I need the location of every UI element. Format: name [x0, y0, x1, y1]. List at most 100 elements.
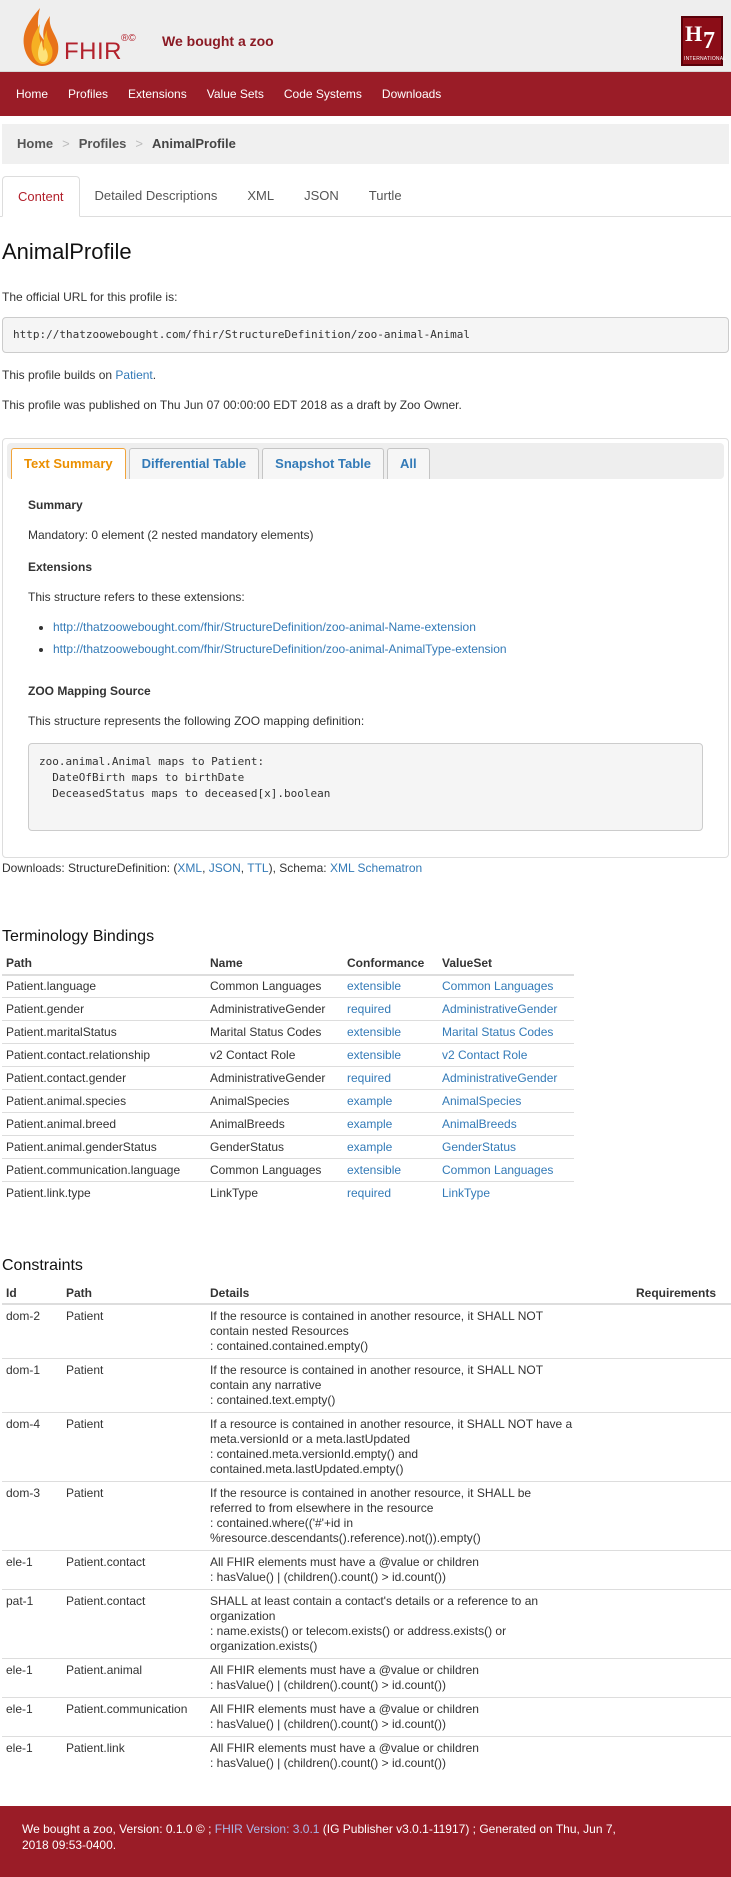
constraint-detail-line: All FHIR elements must have a @value or … [210, 1663, 479, 1678]
breadcrumb-home[interactable]: Home [17, 135, 53, 153]
fhir-logo-text: FHIR [64, 38, 122, 65]
breadcrumb: Home > Profiles > AnimalProfile [2, 124, 729, 164]
table-row: Patient.gender AdministrativeGender requir… [2, 997, 574, 1021]
table-row: Patient.animal.breed AnimalBreeds example A… [2, 1112, 574, 1136]
summary-heading: Summary [28, 497, 83, 512]
nav-home[interactable]: Home [6, 72, 58, 116]
tab-all[interactable]: All [386, 447, 430, 479]
constraint-requirements [632, 1550, 731, 1590]
tab-detailed-descriptions[interactable]: Detailed Descriptions [80, 176, 233, 216]
constraint-path: Patient.animal [62, 1658, 206, 1698]
fhir-version-link[interactable]: FHIR Version: 3.0.1 [215, 1822, 320, 1836]
nav-profiles[interactable]: Profiles [58, 72, 118, 116]
binding-conformance[interactable]: required [343, 1181, 438, 1205]
nav-downloads[interactable]: Downloads [372, 72, 451, 116]
binding-valueset[interactable]: AnimalSpecies [438, 1089, 574, 1113]
table-row: Patient.link.type LinkType required LinkTyp… [2, 1181, 574, 1205]
mapping-code-box: zoo.animal.Animal maps to Patient: DateO… [28, 743, 703, 832]
download-json-link[interactable]: JSON [209, 861, 241, 875]
mapping-intro: This structure represents the following … [28, 713, 365, 728]
profile-url-box[interactable]: http://thatzoowebought.com/fhir/Structur… [2, 317, 729, 354]
binding-name: GenderStatus [206, 1135, 343, 1159]
table-row: Patient.maritalStatus Marital Status Code… [2, 1020, 574, 1044]
binding-valueset[interactable]: GenderStatus [438, 1135, 574, 1159]
constraint-details: SHALL at least contain a contact's detai… [206, 1589, 632, 1659]
binding-path: Patient.animal.species [2, 1089, 206, 1113]
table-row: dom-4 Patient If a resource is contained i… [2, 1412, 731, 1482]
download-schematron-link[interactable]: XML Schematron [330, 861, 422, 875]
tab-turtle[interactable]: Turtle [354, 176, 417, 216]
binding-path: Patient.contact.gender [2, 1066, 206, 1090]
tab-text-summary[interactable]: Text Summary [11, 447, 126, 479]
binding-valueset[interactable]: Marital Status Codes [438, 1020, 574, 1044]
constraint-detail-line: : hasValue() | (children().count() > id.… [210, 1717, 446, 1732]
download-ttl-link[interactable]: TTL [247, 861, 268, 875]
binding-conformance[interactable]: example [343, 1089, 438, 1113]
table-row: dom-1 Patient If the resource is contained… [2, 1358, 731, 1413]
constraint-detail-line: contained.meta.lastUpdated.empty() [210, 1462, 404, 1477]
binding-valueset[interactable]: AdministrativeGender [438, 1066, 574, 1090]
constraints-body: dom-2 Patient If the resource is contained… [2, 1303, 731, 1776]
site-header: FHIR ®© We bought a zoo H 7 INTERNATIONA… [0, 0, 731, 72]
fhir-logo[interactable]: FHIR ®© [18, 6, 158, 68]
table-row: Patient.contact.relationship v2 Contact R… [2, 1043, 574, 1067]
extension-link-name[interactable]: http://thatzoowebought.com/fhir/Structur… [53, 620, 476, 634]
binding-conformance[interactable]: extensible [343, 1158, 438, 1182]
breadcrumb-profiles[interactable]: Profiles [79, 135, 127, 153]
url-intro: The official URL for this profile is: [2, 290, 178, 304]
patient-link[interactable]: Patient [115, 368, 152, 382]
hl7-logo[interactable]: H 7 INTERNATIONAL [681, 16, 727, 66]
constraint-id: ele-1 [2, 1658, 62, 1698]
binding-conformance[interactable]: example [343, 1112, 438, 1136]
binding-conformance[interactable]: required [343, 1066, 438, 1090]
tab-snapshot-table[interactable]: Snapshot Table [262, 447, 384, 479]
tab-differential-table[interactable]: Differential Table [128, 447, 260, 479]
binding-name: v2 Contact Role [206, 1043, 343, 1067]
constraint-detail-line: organization [210, 1609, 276, 1624]
builds-on-text: This profile builds on Patient. [2, 367, 731, 383]
page-title: AnimalProfile [2, 239, 132, 264]
constraint-detail-line: %resource.descendants().reference).not()… [210, 1531, 481, 1546]
binding-name: Common Languages [206, 1158, 343, 1182]
binding-conformance[interactable]: extensible [343, 1020, 438, 1044]
hl7-logo-intl: INTERNATIONAL [684, 56, 727, 63]
page: FHIR ®© We bought a zoo H 7 INTERNATIONA… [0, 0, 731, 1877]
binding-path: Patient.gender [2, 997, 206, 1021]
summary-panel: Text Summary Differential Table Snapshot… [2, 437, 729, 858]
tab-xml[interactable]: XML [232, 176, 289, 216]
constraint-requirements [632, 1303, 731, 1359]
downloads-sep: , [202, 860, 209, 875]
binding-name: AnimalBreeds [206, 1112, 343, 1136]
constraint-details: All FHIR elements must have a @value or … [206, 1550, 632, 1590]
binding-valueset[interactable]: AnimalBreeds [438, 1112, 574, 1136]
binding-valueset[interactable]: Common Languages [438, 1158, 574, 1182]
extension-link-animaltype[interactable]: http://thatzoowebought.com/fhir/Structur… [53, 642, 507, 656]
nav-code-systems[interactable]: Code Systems [274, 72, 372, 116]
terminology-table: Path Name Conformance ValueSet Patient.l… [2, 953, 574, 1205]
binding-valueset[interactable]: AdministrativeGender [438, 997, 574, 1021]
binding-name: LinkType [206, 1181, 343, 1205]
binding-valueset[interactable]: v2 Contact Role [438, 1043, 574, 1067]
tab-json[interactable]: JSON [289, 176, 354, 216]
column-header: Requirements [632, 1282, 731, 1306]
constraint-requirements [632, 1412, 731, 1482]
constraint-detail-line: contain nested Resources [210, 1324, 349, 1339]
binding-conformance[interactable]: required [343, 997, 438, 1021]
constraint-details: If a resource is contained in another re… [206, 1412, 632, 1482]
constraint-id: dom-1 [2, 1358, 62, 1413]
site-title[interactable]: We bought a zoo [162, 32, 274, 51]
constraint-detail-line: : contained.where(('#'+id in [210, 1516, 353, 1531]
column-header: Conformance [343, 953, 438, 976]
tab-content[interactable]: Content [2, 176, 80, 217]
constraint-details: If the resource is contained in another … [206, 1481, 632, 1551]
binding-conformance[interactable]: extensible [343, 974, 438, 998]
column-header: Name [206, 953, 343, 976]
binding-conformance[interactable]: example [343, 1135, 438, 1159]
binding-valueset[interactable]: Common Languages [438, 974, 574, 998]
constraint-detail-line: : contained.text.empty() [210, 1393, 336, 1408]
binding-valueset[interactable]: LinkType [438, 1181, 574, 1205]
binding-conformance[interactable]: extensible [343, 1043, 438, 1067]
nav-value-sets[interactable]: Value Sets [197, 72, 274, 116]
nav-extensions[interactable]: Extensions [118, 72, 197, 116]
download-xml-link[interactable]: XML [177, 861, 202, 875]
